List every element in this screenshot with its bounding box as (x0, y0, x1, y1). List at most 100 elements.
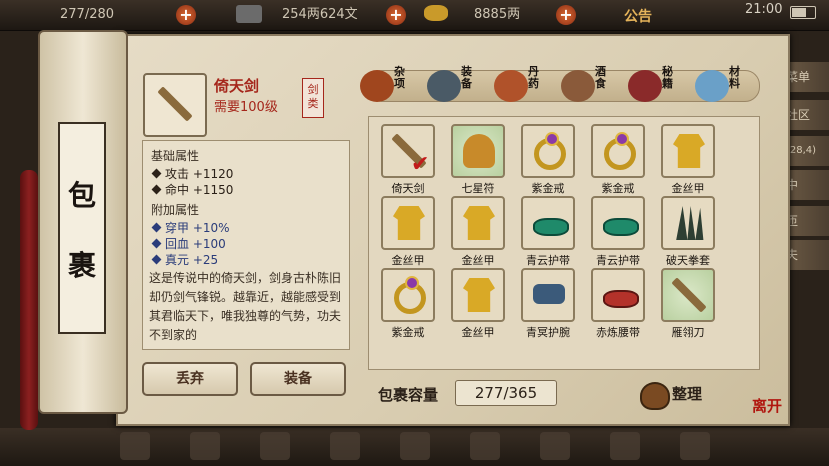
claw-icon (676, 206, 704, 240)
tab-category-label: 材料 (729, 65, 740, 90)
leave-label: 离开 (752, 397, 783, 415)
capacity-value: 277/365 (455, 380, 557, 406)
inventory-item-name: 金丝甲 (391, 254, 425, 267)
extra-attr-text: 真元 +25 (165, 253, 219, 267)
scroll-tassel (20, 170, 38, 430)
bag-icon (640, 382, 670, 410)
tab-category-label: 酒食 (595, 65, 606, 90)
inventory-item-name: 金丝甲 (461, 254, 495, 267)
sword-icon (157, 86, 193, 122)
dock-icon-1[interactable] (120, 432, 150, 460)
gold-text: 8885两 (474, 7, 521, 22)
dock-icon-4[interactable] (330, 432, 360, 460)
armor-icon (463, 278, 495, 312)
sort-button[interactable]: 整理 (640, 380, 720, 410)
extra-attr-row: 回血 +100 (151, 235, 226, 252)
notice-button[interactable]: 公告 (624, 6, 652, 26)
tab-category-0[interactable]: 杂项 (360, 66, 420, 106)
book-icon (628, 70, 662, 102)
base-attr-text: 攻击 +1120 (165, 167, 234, 181)
selected-check-icon: ✔ (411, 152, 430, 177)
base-attrs-title: 基础属性 (151, 149, 200, 163)
extra-attr-text: 穿甲 +10% (165, 221, 230, 235)
dock-icon-8[interactable] (610, 432, 640, 460)
inventory-item-name: 青云护带 (526, 254, 570, 267)
tab-category-5[interactable]: 材料 (695, 66, 755, 106)
talisman-icon (463, 134, 495, 168)
money-text: 254两624文 (282, 7, 358, 22)
dock-icon-6[interactable] (470, 432, 500, 460)
inventory-slot[interactable] (451, 268, 505, 322)
tab-category-2[interactable]: 丹药 (494, 66, 554, 106)
armor-icon (463, 206, 495, 240)
tab-category-label: 装备 (461, 65, 472, 90)
item-requirement: 需要100级 (214, 100, 278, 115)
inventory-item-name: 雁翎刀 (671, 326, 705, 339)
extra-attr-row: 穿甲 +10% (151, 219, 230, 236)
belt-icon (533, 218, 569, 236)
top-status-bar: 277/280 + 254两624文 + 8885两 + 公告 21:00 (0, 0, 829, 31)
add-gold-button[interactable]: + (556, 5, 576, 25)
inventory-item-name: 青冥护腕 (526, 326, 570, 339)
inventory-item-name: 紫金戒 (601, 182, 635, 195)
tab-category-1[interactable]: 装备 (427, 66, 487, 106)
gem-icon (615, 132, 629, 146)
inventory-slot[interactable] (521, 124, 575, 178)
scroll-title-plate: 包 裹 (58, 122, 106, 334)
leave-button[interactable]: 离开 (752, 392, 796, 428)
inventory-item-name: 赤炼腰带 (596, 326, 640, 339)
inventory-item-name: 青云护带 (596, 254, 640, 267)
discard-button[interactable]: 丢弃 (142, 362, 238, 396)
dock-icon-2[interactable] (190, 432, 220, 460)
base-attr-row: 命中 +1150 (151, 181, 233, 198)
gem-icon (545, 132, 559, 146)
tab-category-label: 秘籍 (662, 65, 673, 90)
armor-icon (673, 134, 705, 168)
inventory-slot[interactable] (591, 196, 645, 250)
sort-label: 整理 (672, 385, 703, 403)
inventory-slot[interactable] (591, 124, 645, 178)
base-attr-row: 攻击 +1120 (151, 165, 234, 182)
extra-attr-text: 回血 +100 (165, 237, 226, 251)
clock: 21:00 (745, 2, 783, 17)
selected-item-icon (143, 73, 207, 137)
extra-attrs-title: 附加属性 (151, 203, 200, 217)
inventory-slot[interactable] (451, 124, 505, 178)
inventory-item-name: 金丝甲 (671, 182, 705, 195)
belt-icon (603, 218, 639, 236)
inventory-slot[interactable] (381, 196, 435, 250)
bracer-icon (533, 284, 565, 304)
inventory-slot[interactable] (451, 196, 505, 250)
inventory-slot[interactable]: ✔ (381, 124, 435, 178)
silver-icon (236, 5, 262, 23)
scroll-title-char-2: 裹 (67, 249, 96, 282)
inventory-slot[interactable] (661, 124, 715, 178)
dock-icon-3[interactable] (260, 432, 290, 460)
inventory-slot[interactable] (661, 196, 715, 250)
inventory-item-name: 金丝甲 (461, 326, 495, 339)
inventory-item-name: 破天拳套 (666, 254, 710, 267)
inventory-slot[interactable] (381, 268, 435, 322)
equip-button[interactable]: 装备 (250, 362, 346, 396)
item-description: 这是传说中的倚天剑，剑身古朴陈旧却仍剑气锋锐。越靠近，越能感受到其君临天下，唯我… (149, 271, 342, 342)
tab-category-4[interactable]: 秘籍 (628, 66, 688, 106)
extra-attr-row: 真元 +25 (151, 251, 219, 268)
inventory-slot[interactable] (521, 268, 575, 322)
inventory-slot[interactable] (521, 196, 575, 250)
armor-icon (393, 206, 425, 240)
tab-category-label: 丹药 (528, 65, 539, 90)
item-name: 倚天剑 (214, 77, 260, 95)
add-money-button[interactable]: + (386, 5, 406, 25)
armor-icon (427, 70, 461, 102)
gem-icon (405, 276, 419, 290)
tab-category-3[interactable]: 酒食 (561, 66, 621, 106)
dock-icon-9[interactable] (680, 432, 710, 460)
dock-icon-5[interactable] (400, 432, 430, 460)
inventory-slot[interactable] (591, 268, 645, 322)
inventory-slot[interactable] (661, 268, 715, 322)
item-detail-box[interactable]: 基础属性 攻击 +1120 命中 +1150 附加属性 穿甲 +10% 回血 +… (142, 140, 350, 350)
dock-icon-7[interactable] (540, 432, 570, 460)
battery-icon (790, 6, 816, 19)
add-capacity-button[interactable]: + (176, 5, 196, 25)
belt-icon (603, 290, 639, 308)
